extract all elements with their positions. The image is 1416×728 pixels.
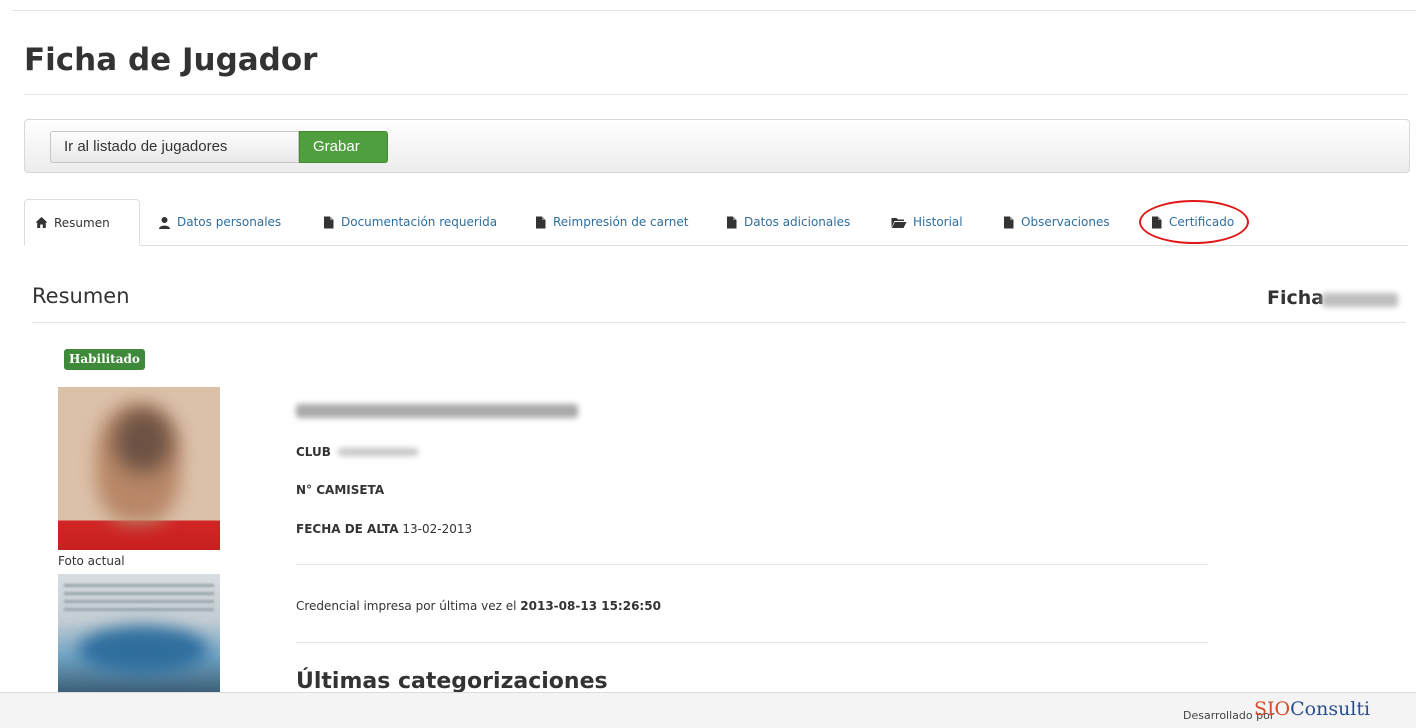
credential-row: Credencial impresa por última vez el 201…	[296, 599, 661, 613]
tab-label: Resumen	[54, 215, 110, 230]
tab-label: Observaciones	[1021, 215, 1110, 229]
tab-datos-personales[interactable]: Datos personales	[148, 199, 291, 245]
date-label: FECHA DE ALTA	[296, 522, 399, 536]
shirt-label: N° CAMISETA	[296, 483, 385, 497]
club-label: CLUB	[296, 445, 331, 459]
info-divider	[296, 642, 1208, 643]
tab-datos-adicionales[interactable]: Datos adicionales	[715, 199, 860, 245]
tab-observaciones[interactable]: Observaciones	[992, 199, 1120, 245]
toolbar: Ir al listado de jugadores Grabar	[24, 119, 1410, 173]
club-row: CLUB	[296, 445, 331, 459]
page: Ficha de Jugador Ir al listado de jugado…	[0, 0, 1416, 692]
save-button[interactable]: Grabar	[299, 131, 388, 163]
go-to-player-list-button[interactable]: Ir al listado de jugadores	[50, 131, 299, 163]
user-icon	[158, 216, 171, 229]
tab-label: Datos adicionales	[744, 215, 851, 229]
date-row: FECHA DE ALTA 13-02-2013	[296, 522, 472, 536]
status-badge: Habilitado	[64, 349, 145, 370]
company-logo: SIOConsulti	[1254, 698, 1370, 720]
top-divider	[12, 10, 1416, 11]
redacted-club-name	[338, 448, 418, 456]
player-photo	[58, 387, 220, 550]
page-title: Ficha de Jugador	[24, 42, 318, 78]
credential-text: Credencial impresa por última vez el	[296, 599, 517, 613]
ficha-label: Ficha	[1267, 287, 1325, 309]
file-icon	[322, 216, 335, 229]
previous-photo	[58, 574, 220, 692]
credential-date: 2013-08-13 15:26:50	[520, 599, 661, 613]
tab-historial[interactable]: Historial	[881, 199, 973, 245]
highlight-circle	[1139, 200, 1249, 244]
file-icon	[725, 216, 738, 229]
photo-stripe	[64, 608, 214, 611]
footer: Desarrollado por SIOConsulti	[0, 692, 1416, 728]
tab-label: Reimpresión de carnet	[553, 215, 689, 229]
photo-blur-swoosh	[78, 626, 208, 674]
file-icon	[1002, 216, 1015, 229]
logo-company-text: Consulti	[1290, 698, 1371, 720]
file-icon	[534, 216, 547, 229]
title-divider	[24, 94, 1408, 95]
photo-caption: Foto actual	[58, 554, 125, 568]
photo-blur-hair	[114, 409, 172, 473]
tab-resumen[interactable]: Resumen	[24, 199, 140, 246]
shirt-row: N° CAMISETA	[296, 483, 384, 497]
photo-stripe	[64, 600, 214, 603]
section-divider	[32, 322, 1406, 323]
home-icon	[35, 216, 48, 229]
photo-stripe	[64, 592, 214, 595]
info-divider	[296, 564, 1208, 565]
redacted-ficha-number	[1322, 293, 1398, 307]
tab-reimpresion-de-carnet[interactable]: Reimpresión de carnet	[524, 199, 698, 245]
tab-label: Historial	[913, 215, 963, 229]
section-title: Resumen	[32, 284, 130, 308]
date-value: 13-02-2013	[402, 522, 473, 536]
photo-stripe	[64, 584, 214, 587]
tab-documentacion-requerida[interactable]: Documentación requerida	[312, 199, 507, 245]
logo-sio-text: SIO	[1254, 698, 1291, 720]
categories-heading: Últimas categorizaciones	[296, 669, 608, 692]
tab-label: Datos personales	[177, 215, 282, 229]
redacted-player-name	[296, 404, 578, 418]
folder-open-icon	[891, 216, 907, 229]
tab-label: Documentación requerida	[341, 215, 498, 229]
